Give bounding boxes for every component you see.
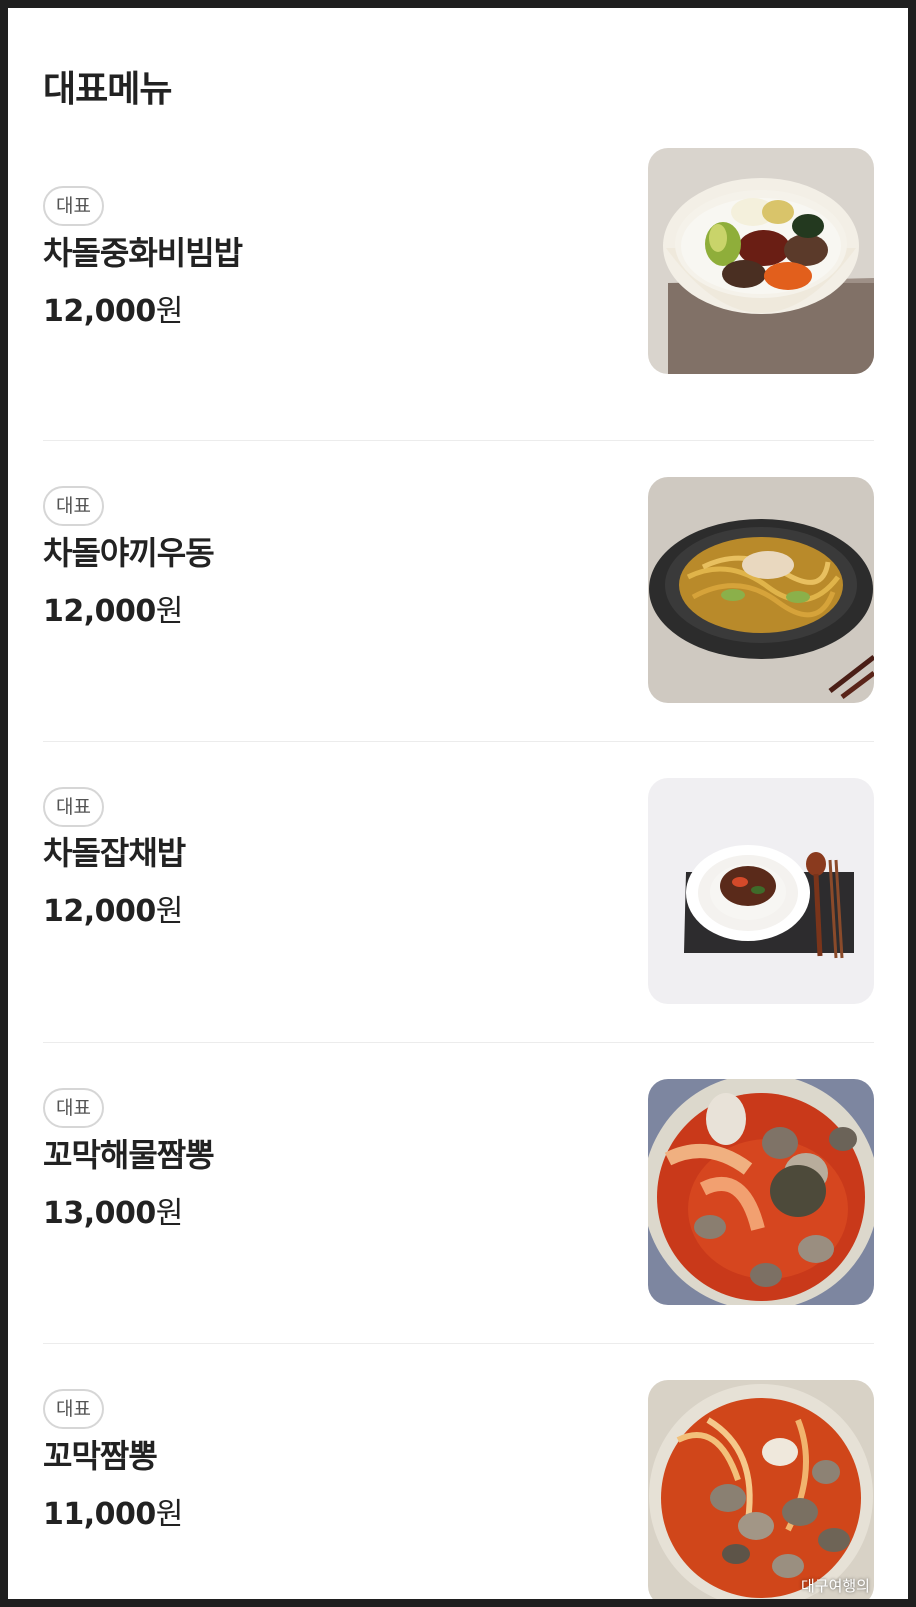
menu-item-photo: 대구여행의	[648, 1380, 874, 1599]
photo-watermark: 대구여행의	[800, 1577, 870, 1595]
menu-item-price: 12,000원	[43, 294, 183, 329]
menu-panel: 대표메뉴 대표 차돌중화비빔밥 12,000원 대표 차돌야끼우동 12,000…	[8, 8, 908, 1599]
signature-badge: 대표	[43, 787, 104, 827]
menu-item-price: 11,000원	[43, 1497, 183, 1532]
menu-list: 대표 차돌중화비빔밥 12,000원 대표 차돌야끼우동 12,000원 대표 …	[43, 140, 874, 1599]
menu-item[interactable]: 대표 꼬막해물짬뽕 13,000원	[43, 1042, 874, 1343]
menu-item-price: 13,000원	[43, 1196, 183, 1231]
signature-badge: 대표	[43, 486, 104, 526]
menu-item[interactable]: 대표 차돌중화비빔밥 12,000원	[43, 140, 874, 440]
menu-item-photo	[648, 1079, 874, 1305]
menu-item-photo	[648, 477, 874, 703]
menu-item-price: 12,000원	[43, 894, 183, 929]
signature-badge: 대표	[43, 1389, 104, 1429]
menu-item-name: 꼬막해물짬뽕	[43, 1136, 215, 1174]
menu-item-name: 차돌잡채밥	[43, 834, 186, 872]
menu-item[interactable]: 대표 차돌야끼우동 12,000원	[43, 440, 874, 741]
menu-item-name: 꼬막짬뽕	[43, 1437, 158, 1475]
menu-item[interactable]: 대표 꼬막짬뽕 11,000원 대구여행의	[43, 1343, 874, 1599]
menu-item-photo	[648, 778, 874, 1004]
signature-badge: 대표	[43, 186, 104, 226]
menu-item-photo	[648, 148, 874, 374]
signature-badge: 대표	[43, 1088, 104, 1128]
menu-item-name: 차돌중화비빔밥	[43, 234, 243, 272]
menu-item-price: 12,000원	[43, 594, 183, 629]
menu-item-name: 차돌야끼우동	[43, 534, 215, 572]
section-title: 대표메뉴	[43, 69, 172, 110]
menu-item[interactable]: 대표 차돌잡채밥 12,000원	[43, 741, 874, 1042]
